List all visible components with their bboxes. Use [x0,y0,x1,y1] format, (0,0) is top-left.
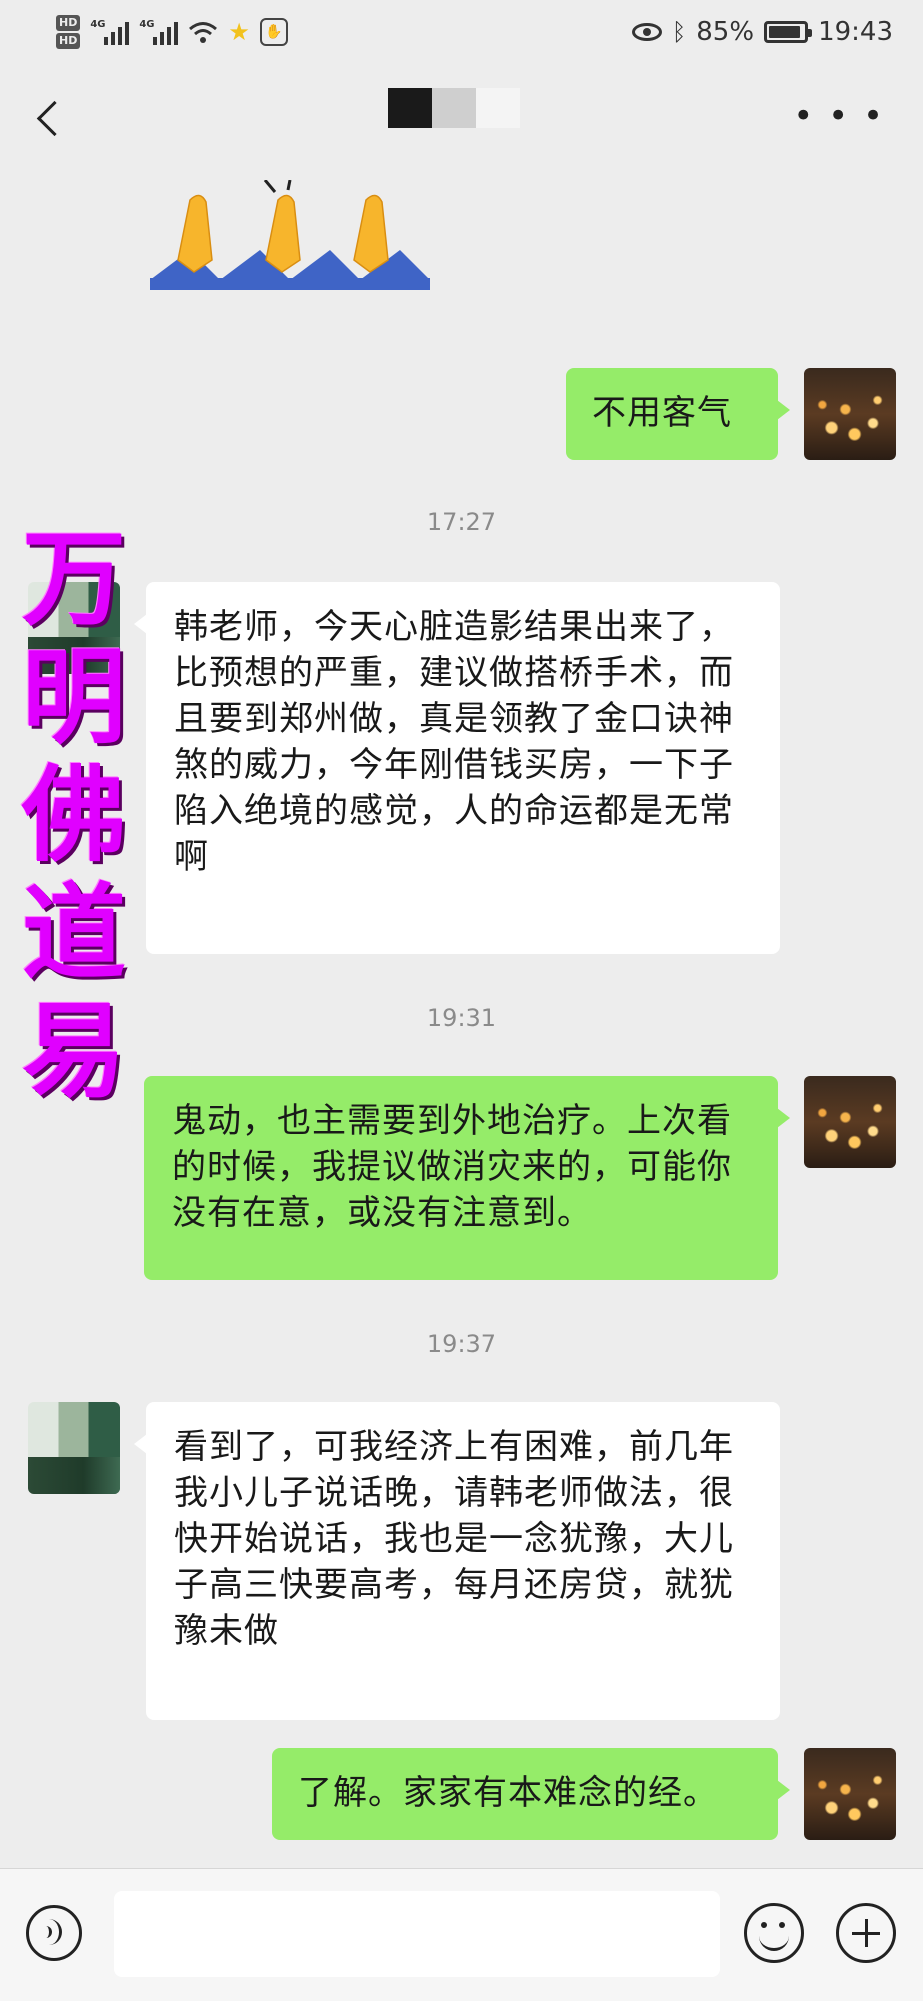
status-bar: HD HD 4G 4G ★ ✋ ᛒ 85% 19:43 [0,0,923,64]
message-bubble-sent[interactable]: 不用客气 [566,368,790,460]
chat-title-redacted [388,88,520,128]
hd-badge: HD [56,15,81,31]
watermark-char: 佛 [21,753,126,876]
timestamp: 17:27 [426,508,497,536]
signal-icon: 4G [90,19,130,45]
voice-icon[interactable] [26,1905,82,1961]
hd-badge: HD [56,33,81,49]
my-avatar[interactable] [804,368,896,460]
chat-header: • • • [0,64,923,176]
watermark-char: 道 [21,871,126,994]
watermark-char: 万 [21,517,126,640]
plus-icon[interactable] [836,1903,896,1963]
battery-icon [764,21,813,43]
signal-icon: 4G [139,19,179,45]
message-bubble-sent[interactable]: 了解。家家有本难念的经。 [272,1748,790,1840]
input-bar [0,1868,923,2001]
message-bubble-sent[interactable]: 鬼动，也主需要到外地治疗。上次看的时候，我提议做消灾来的，可能你没有在意，或没有… [144,1076,790,1280]
my-avatar[interactable] [804,1748,896,1840]
message-bubble-received[interactable]: 韩老师，今天心脏造影结果出来了，比预想的严重，建议做搭桥手术，而且要到郑州做，真… [134,582,780,954]
back-button[interactable] [28,100,68,140]
my-avatar[interactable] [804,1076,896,1168]
praying-hands-emoji [150,179,430,290]
message-input[interactable] [114,1891,720,1977]
hand-icon: ✋ [259,18,288,46]
eye-icon [631,23,662,41]
watermark-char: 易 [21,989,126,1112]
timestamp: 19:31 [426,1004,497,1032]
watermark: 万 明 佛 道 易 [14,520,134,1110]
emoji-icon[interactable] [744,1903,804,1963]
contact-avatar[interactable] [28,1402,120,1494]
wifi-icon [188,20,218,44]
battery-percent: 85% [696,17,755,47]
star-icon: ★ [228,18,250,46]
watermark-char: 明 [21,635,126,758]
more-options-button[interactable]: • • • [793,99,885,133]
hd-indicator: HD HD [56,15,81,49]
bluetooth-icon: ᛒ [671,18,687,46]
timestamp: 19:37 [426,1330,497,1358]
message-bubble-received[interactable]: 看到了，可我经济上有困难，前几年我小儿子说话晚，请韩老师做法，很快开始说话，我也… [134,1402,780,1720]
clock: 19:43 [818,17,893,47]
